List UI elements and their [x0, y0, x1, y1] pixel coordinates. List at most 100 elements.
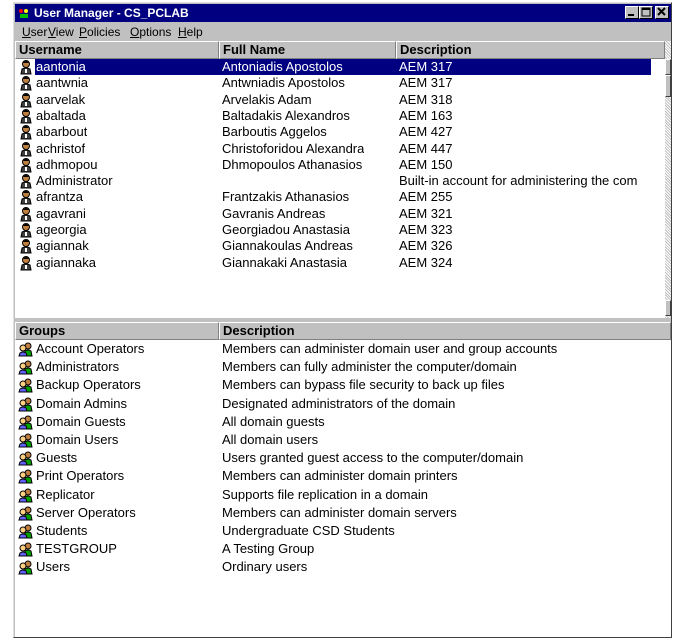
- group-row[interactable]: Print Operators Members can administer do…: [15, 468, 671, 484]
- description-cell: AEM 317: [399, 75, 453, 91]
- close-icon: [657, 7, 666, 16]
- username-cell: aarvelak: [36, 91, 86, 107]
- group-name-cell: TESTGROUP: [36, 541, 117, 557]
- group-icon: [18, 505, 34, 521]
- group-description-cell: Members can fully administer the compute…: [222, 359, 517, 375]
- user-row[interactable]: agiannaka Giannakaki Anastasia AEM 324: [15, 255, 651, 271]
- users-list[interactable]: Username Full Name Description aantonia A…: [15, 41, 665, 318]
- username-cell: agiannak: [36, 238, 89, 254]
- user-row[interactable]: abaltada Baltadakis Alexandros AEM 163: [15, 108, 651, 124]
- user-row[interactable]: afrantza Frantzakis Athanasios AEM 255: [15, 189, 651, 205]
- groups-header: Groups Description: [15, 322, 671, 340]
- user-row[interactable]: agiannak Giannakoulas Andreas AEM 326: [15, 238, 651, 254]
- groups-list[interactable]: Groups Description Account Operators Memb…: [15, 322, 671, 637]
- user-icon: [18, 157, 34, 173]
- menu-view[interactable]: View: [48, 25, 74, 39]
- user-row[interactable]: abarbout Barboutis Aggelos AEM 427: [15, 124, 651, 140]
- username-cell: agiannaka: [36, 254, 96, 270]
- scroll-down-button[interactable]: [665, 300, 671, 316]
- user-row[interactable]: adhmopou Dhmopoulos Athanasios AEM 150: [15, 157, 651, 173]
- menu-user[interactable]: User: [22, 25, 47, 39]
- username-cell: Administrator: [36, 173, 113, 189]
- description-cell: AEM 255: [399, 189, 453, 205]
- title-bar[interactable]: User Manager - CS_PCLAB: [15, 4, 671, 22]
- group-description-cell: Users granted guest access to the comput…: [222, 450, 524, 466]
- group-name-cell: Domain Admins: [36, 395, 128, 411]
- group-row[interactable]: Users Ordinary users: [15, 559, 671, 575]
- group-name-cell: Server Operators: [36, 504, 136, 520]
- full-name-cell: Frantzakis Athanasios: [222, 189, 350, 205]
- group-description-cell: Members can bypass file security to back…: [222, 377, 505, 393]
- group-name-cell: Students: [36, 523, 88, 538]
- group-icon: [18, 450, 34, 466]
- group-row[interactable]: Students Undergraduate CSD Students: [15, 523, 671, 539]
- group-row[interactable]: Replicator Supports file replication in a…: [15, 487, 671, 503]
- username-cell: abaltada: [36, 107, 86, 123]
- description-cell: AEM 323: [399, 222, 453, 237]
- group-description-cell: All domain guests: [222, 413, 325, 429]
- user-icon: [18, 75, 34, 91]
- user-icon: [18, 189, 34, 205]
- column-header-group-description[interactable]: Description: [219, 322, 671, 340]
- users-header: Username Full Name Description: [15, 41, 665, 59]
- description-cell: Built-in account for administering the c…: [399, 173, 638, 189]
- group-description-cell: Designated administrators of the domain: [222, 395, 456, 411]
- group-icon: [18, 487, 34, 503]
- menu-help[interactable]: Help: [178, 25, 203, 39]
- group-icon: [18, 359, 34, 375]
- full-name-cell: Gavranis Andreas: [222, 205, 326, 221]
- maximize-button[interactable]: [639, 6, 653, 19]
- group-row[interactable]: Domain Admins Designated administrators o…: [15, 396, 671, 412]
- full-name-cell: Baltadakis Alexandros: [222, 107, 350, 123]
- username-cell: aantwnia: [36, 75, 89, 91]
- scroll-thumb[interactable]: [665, 75, 671, 97]
- group-row[interactable]: Backup Operators Members can bypass file …: [15, 377, 671, 393]
- group-description-cell: Members can administer domain servers: [222, 504, 457, 520]
- group-icon: [18, 377, 34, 393]
- username-cell: aantonia: [36, 59, 86, 74]
- group-row[interactable]: TESTGROUP A Testing Group: [15, 541, 671, 557]
- scroll-up-button[interactable]: [665, 59, 671, 75]
- group-icon: [18, 559, 34, 575]
- users-scrollbar[interactable]: [665, 41, 671, 318]
- menu-policies[interactable]: Policies: [79, 25, 120, 39]
- user-icon: [18, 124, 34, 140]
- maximize-icon: [641, 7, 651, 17]
- group-row[interactable]: Domain Guests All domain guests: [15, 414, 671, 430]
- user-row[interactable]: aantwnia Antwniadis Apostolos AEM 317: [15, 75, 651, 91]
- user-manager-window: User Manager - CS_PCLAB User View Polici…: [13, 2, 672, 638]
- user-row[interactable]: Administrator Built-in account for admini…: [15, 173, 651, 189]
- group-row[interactable]: Administrators Members can fully administ…: [15, 359, 671, 375]
- group-icon: [18, 396, 34, 412]
- user-row[interactable]: aarvelak Arvelakis Adam AEM 318: [15, 92, 651, 108]
- minimize-button[interactable]: [625, 6, 639, 19]
- group-description-cell: Ordinary users: [222, 559, 308, 575]
- user-icon: [18, 222, 34, 238]
- user-row[interactable]: aantonia Antoniadis Apostolos AEM 317: [15, 59, 651, 75]
- column-header-description[interactable]: Description: [396, 41, 665, 59]
- group-row[interactable]: Domain Users All domain users: [15, 432, 671, 448]
- group-description-cell: Members can administer domain user and g…: [222, 341, 558, 356]
- menu-options[interactable]: Options: [130, 25, 171, 39]
- user-icon: [18, 141, 34, 157]
- window-title: User Manager - CS_PCLAB: [34, 6, 189, 20]
- column-header-groups[interactable]: Groups: [15, 322, 219, 340]
- group-icon: [18, 414, 34, 430]
- user-row[interactable]: ageorgia Georgiadou Anastasia AEM 323: [15, 222, 651, 238]
- user-icon: [18, 173, 34, 189]
- group-row[interactable]: Server Operators Members can administer d…: [15, 505, 671, 521]
- column-header-full-name[interactable]: Full Name: [219, 41, 396, 59]
- group-name-cell: Domain Users: [36, 432, 119, 447]
- user-row[interactable]: agavrani Gavranis Andreas AEM 321: [15, 206, 651, 222]
- description-cell: AEM 321: [399, 205, 453, 221]
- full-name-cell: Georgiadou Anastasia: [222, 222, 350, 237]
- group-row[interactable]: Account Operators Members can administer …: [15, 341, 671, 357]
- group-description-cell: A Testing Group: [222, 541, 315, 557]
- group-icon: [18, 541, 34, 557]
- username-cell: ageorgia: [36, 222, 87, 237]
- full-name-cell: Barboutis Aggelos: [222, 124, 327, 140]
- column-header-username[interactable]: Username: [15, 41, 219, 59]
- close-button[interactable]: [655, 6, 669, 19]
- group-row[interactable]: Guests Users granted guest access to the …: [15, 450, 671, 466]
- user-row[interactable]: achristof Christoforidou Alexandra AEM 447: [15, 141, 651, 157]
